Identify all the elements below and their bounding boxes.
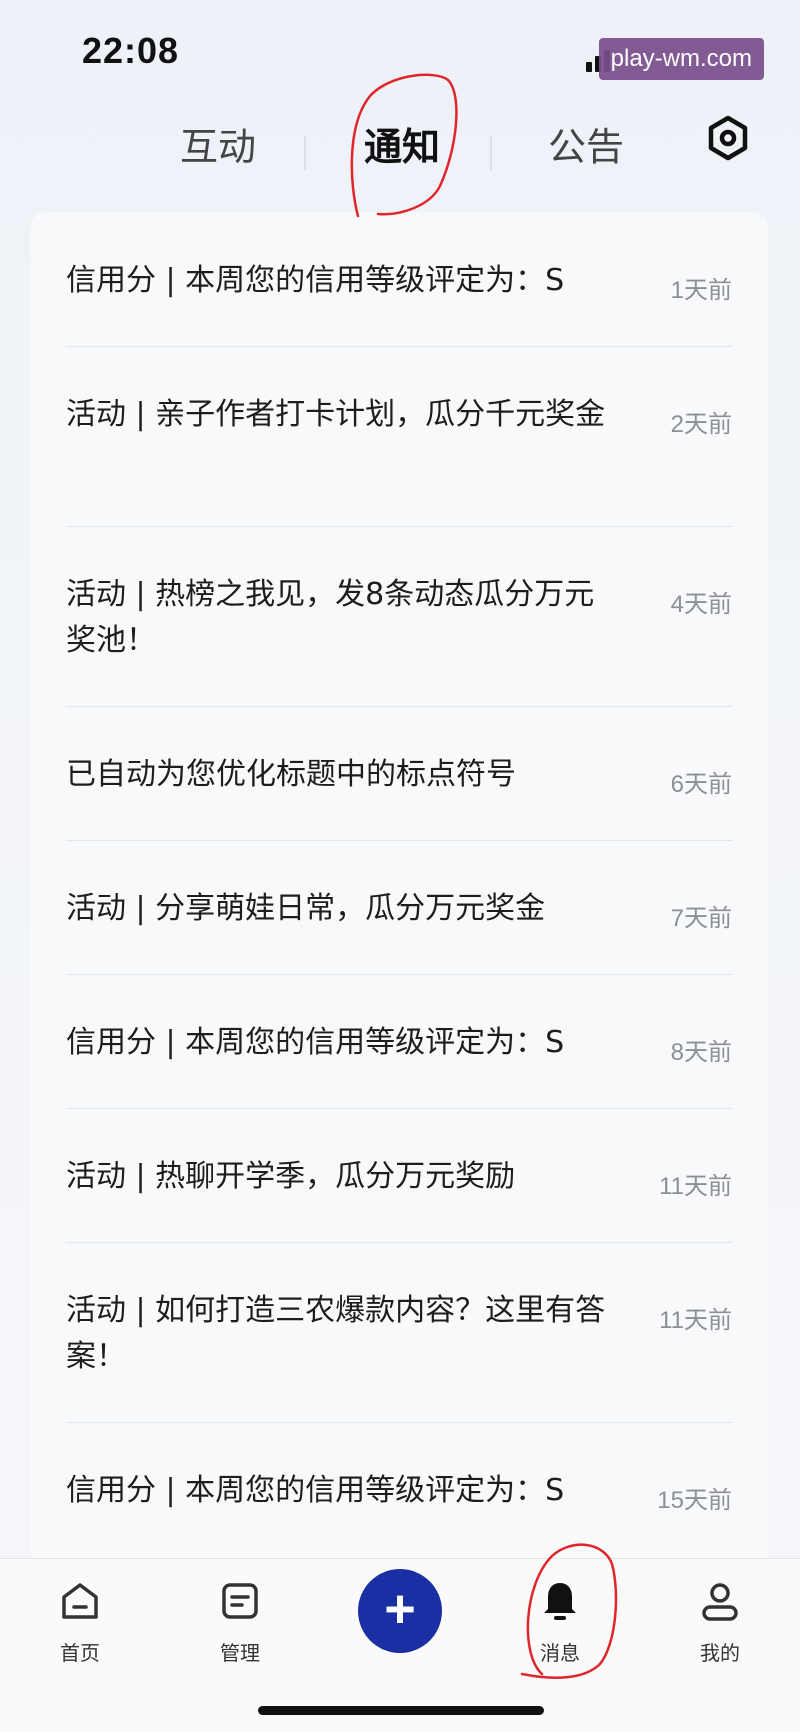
tab-divider xyxy=(304,136,306,170)
home-indicator xyxy=(258,1706,544,1715)
list-item[interactable]: 活动 | 热榜之我见，发8条动态瓜分万元奖池！ 4天前 xyxy=(66,526,732,707)
notification-title: 活动 | 分享萌娃日常，瓜分万元奖金 xyxy=(66,891,546,926)
notification-title: 已自动为您优化标题中的标点符号 xyxy=(66,757,516,792)
nav-mine-label: 我的 xyxy=(700,1641,740,1665)
bell-icon xyxy=(544,1583,576,1620)
list-item[interactable]: 已自动为您优化标题中的标点符号 6天前 xyxy=(66,706,732,841)
notification-title: 信用分 | 本周您的信用等级评定为：S xyxy=(66,1473,565,1508)
notification-list: 信用分 | 本周您的信用等级评定为：S 1天前 活动 | 亲子作者打卡计划，瓜分… xyxy=(30,212,768,1572)
settings-icon[interactable] xyxy=(704,114,752,162)
notification-time: 2天前 xyxy=(670,411,732,438)
notification-time: 7天前 xyxy=(670,905,732,932)
notification-title: 信用分 | 本周您的信用等级评定为：S xyxy=(66,1025,565,1060)
nav-mine[interactable]: 我的 xyxy=(670,1579,770,1666)
nav-home[interactable]: 首页 xyxy=(30,1579,130,1666)
user-icon xyxy=(702,1583,738,1621)
notification-time: 4天前 xyxy=(670,591,732,618)
notification-title: 活动 | 热聊开学季，瓜分万元奖励 xyxy=(66,1159,516,1194)
list-item[interactable]: 活动 | 亲子作者打卡计划，瓜分千元奖金 2天前 xyxy=(66,346,732,527)
list-item[interactable]: 活动 | 如何打造三农爆款内容？这里有答案！ 11天前 xyxy=(66,1242,732,1423)
notification-time: 1天前 xyxy=(670,277,732,304)
tab-interaction[interactable]: 互动 xyxy=(180,116,256,171)
notification-title: 信用分 | 本周您的信用等级评定为：S xyxy=(66,263,565,298)
list-item[interactable]: 活动 | 热聊开学季，瓜分万元奖励 11天前 xyxy=(66,1108,732,1243)
status-bar: 22:08 play-wm.com xyxy=(0,0,800,100)
notification-title: 活动 | 热榜之我见，发8条动态瓜分万元奖池！ xyxy=(66,577,595,658)
status-time: 22:08 xyxy=(82,30,180,71)
notification-time: 11天前 xyxy=(659,1307,732,1334)
nav-manage-label: 管理 xyxy=(220,1641,260,1665)
list-item[interactable]: 信用分 | 本周您的信用等级评定为：S 8天前 xyxy=(66,974,732,1109)
notification-time: 8天前 xyxy=(670,1039,732,1066)
home-icon xyxy=(62,1583,98,1619)
tab-divider xyxy=(490,136,492,170)
tab-bar-top: 互动 通知 公告 xyxy=(0,100,800,190)
nav-home-label: 首页 xyxy=(60,1641,100,1665)
watermark: play-wm.com xyxy=(598,38,764,80)
nav-messages[interactable]: 消息 xyxy=(510,1579,610,1666)
notification-time: 6天前 xyxy=(670,771,732,798)
tab-notifications[interactable]: 通知 xyxy=(364,116,440,171)
create-post-button[interactable]: + xyxy=(358,1569,442,1653)
list-item[interactable]: 活动 | 分享萌娃日常，瓜分万元奖金 7天前 xyxy=(66,840,732,975)
list-item[interactable]: 信用分 | 本周您的信用等级评定为：S 1天前 xyxy=(66,212,732,347)
list-item[interactable]: 信用分 | 本周您的信用等级评定为：S 15天前 xyxy=(66,1422,732,1556)
document-icon xyxy=(222,1583,258,1619)
nav-messages-label: 消息 xyxy=(540,1641,580,1665)
notification-time: 11天前 xyxy=(659,1173,732,1200)
nav-manage[interactable]: 管理 xyxy=(190,1579,290,1666)
notification-time: 15天前 xyxy=(657,1487,732,1514)
notification-title: 活动 | 亲子作者打卡计划，瓜分千元奖金 xyxy=(66,397,606,432)
tab-announcements[interactable]: 公告 xyxy=(548,116,624,171)
notification-title: 活动 | 如何打造三农爆款内容？这里有答案！ xyxy=(66,1293,606,1374)
